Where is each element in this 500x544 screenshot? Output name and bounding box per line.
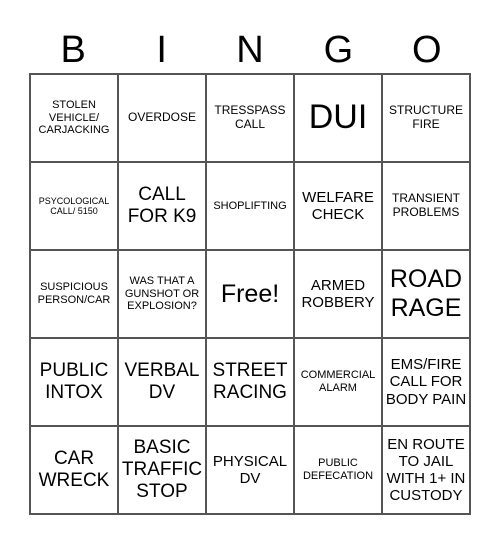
bingo-cell[interactable]: SUSPICIOUS PERSON/CAR [30,250,118,338]
bingo-cell[interactable]: CAR WRECK [30,426,118,514]
bingo-cell[interactable]: WELFARE CHECK [294,162,382,250]
bingo-cell[interactable]: STOLEN VEHICLE/ CARJACKING [30,74,118,162]
bingo-cell[interactable]: VERBAL DV [118,338,206,426]
bingo-cell[interactable]: COMMERCIAL ALARM [294,338,382,426]
bingo-header: B I N G O [29,26,471,74]
bingo-cell[interactable]: ROAD RAGE [382,250,470,338]
header-letter-g: G [323,29,354,71]
header-letter-b: B [60,29,86,71]
bingo-cell[interactable]: WAS THAT A GUNSHOT OR EXPLOSION? [118,250,206,338]
bingo-cell[interactable]: ARMED ROBBERY [294,250,382,338]
bingo-cell[interactable]: BASIC TRAFFIC STOP [118,426,206,514]
bingo-cell[interactable]: EMS/FIRE CALL FOR BODY PAIN [382,338,470,426]
bingo-cell[interactable]: PSYCOLOGICAL CALL/ 5150 [30,162,118,250]
header-letter-i: I [156,29,167,71]
header-letter-n: N [236,29,264,71]
bingo-cell[interactable]: SHOPLIFTING [206,162,294,250]
bingo-cell[interactable]: PHYSICAL DV [206,426,294,514]
bingo-cell[interactable]: PUBLIC INTOX [30,338,118,426]
bingo-cell[interactable]: TRANSIENT PROBLEMS [382,162,470,250]
bingo-cell[interactable]: STREET RACING [206,338,294,426]
bingo-cell[interactable]: PUBLIC DEFECATION [294,426,382,514]
bingo-cell[interactable]: DUI [294,74,382,162]
bingo-cell[interactable]: STRUCTURE FIRE [382,74,470,162]
bingo-cell[interactable]: CALL FOR K9 [118,162,206,250]
bingo-cell[interactable]: EN ROUTE TO JAIL WITH 1+ IN CUSTODY [382,426,470,514]
header-letter-o: O [412,29,442,71]
bingo-cell[interactable]: TRESSPASS CALL [206,74,294,162]
bingo-card-grid: STOLEN VEHICLE/ CARJACKING OVERDOSE TRESSP… [29,73,471,515]
bingo-cell[interactable]: OVERDOSE [118,74,206,162]
bingo-cell-free[interactable]: Free! [206,250,294,338]
